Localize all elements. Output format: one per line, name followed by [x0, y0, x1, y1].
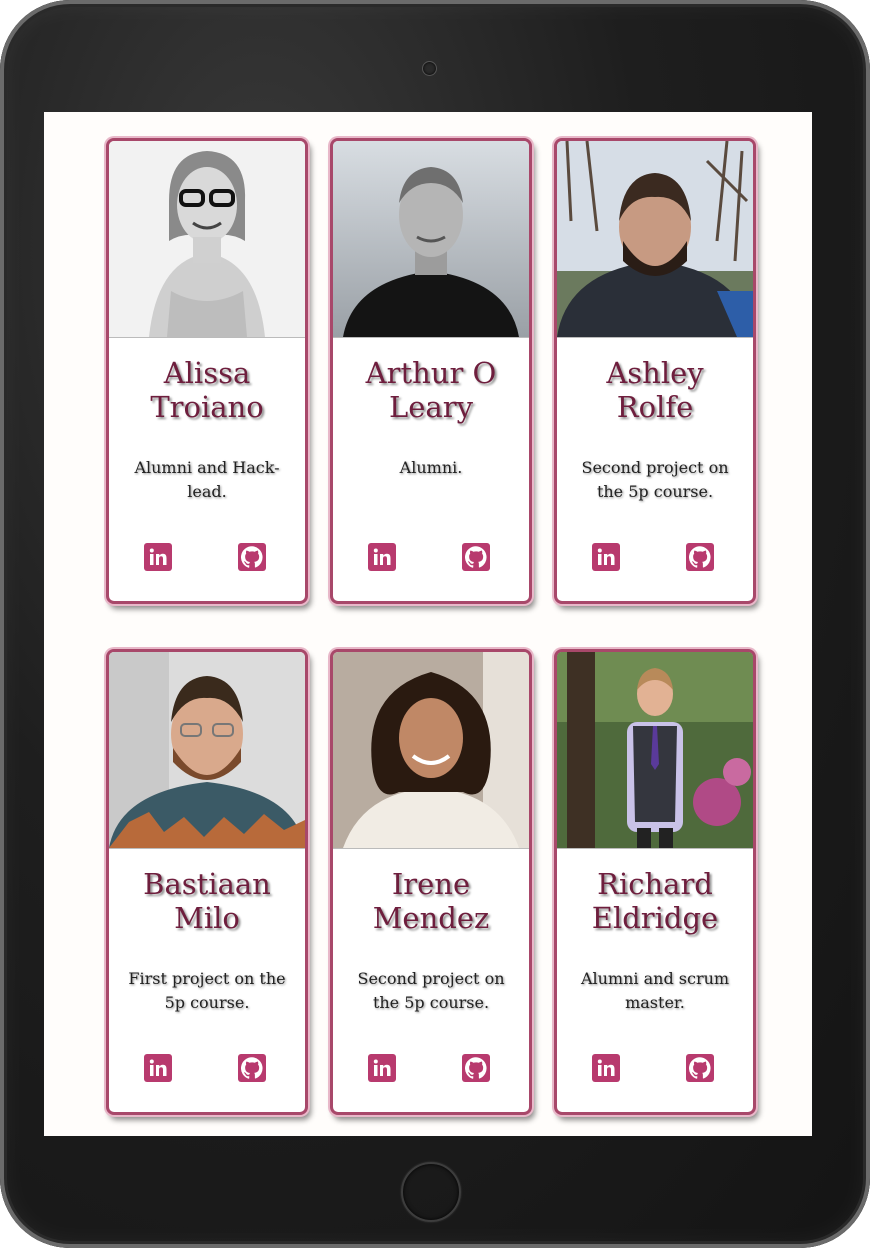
team-card-arthur-o-leary: Arthur O Leary Alumni. [330, 138, 532, 604]
linkedin-icon[interactable] [144, 1054, 172, 1082]
social-links [557, 543, 753, 571]
team-card-irene-mendez: Irene Mendez Second project on the 5p co… [330, 649, 532, 1115]
member-photo [109, 652, 305, 849]
member-photo [557, 652, 753, 849]
member-description: First project on the 5p course. [128, 969, 286, 1012]
team-grid: Alissa Troiano Alumni and Hack-lead. Art… [44, 112, 812, 1136]
member-description: Second project on the 5p course. [581, 458, 729, 501]
github-icon[interactable] [238, 1054, 266, 1082]
linkedin-icon[interactable] [368, 543, 396, 571]
camera-icon [422, 61, 437, 76]
team-card-alissa-troiano: Alissa Troiano Alumni and Hack-lead. [106, 138, 308, 604]
team-section: Alissa Troiano Alumni and Hack-lead. Art… [44, 112, 812, 1136]
tablet-frame: Alissa Troiano Alumni and Hack-lead. Art… [0, 0, 870, 1248]
social-links [333, 1054, 529, 1082]
member-photo [333, 141, 529, 338]
social-links [109, 543, 305, 571]
github-icon[interactable] [686, 543, 714, 571]
linkedin-icon[interactable] [368, 1054, 396, 1082]
linkedin-icon[interactable] [592, 1054, 620, 1082]
linkedin-icon[interactable] [592, 543, 620, 571]
member-name: Bastiaan Milo [143, 867, 271, 935]
github-icon[interactable] [462, 1054, 490, 1082]
social-links [333, 543, 529, 571]
team-card-bastiaan-milo: Bastiaan Milo First project on the 5p co… [106, 649, 308, 1115]
member-description: Alumni and scrum master. [580, 969, 730, 1012]
linkedin-icon[interactable] [144, 543, 172, 571]
github-icon[interactable] [462, 543, 490, 571]
member-name: Ashley Rolfe [606, 356, 704, 424]
github-icon[interactable] [238, 543, 266, 571]
member-photo [333, 652, 529, 849]
home-button[interactable] [401, 1162, 461, 1222]
social-links [557, 1054, 753, 1082]
team-card-ashley-rolfe: Ashley Rolfe Second project on the 5p co… [554, 138, 756, 604]
github-icon[interactable] [686, 1054, 714, 1082]
member-description: Alumni and Hack-lead. [134, 458, 280, 501]
member-name: Alissa Troiano [150, 356, 264, 424]
team-card-richard-eldridge: Richard Eldridge Alumni and scrum master… [554, 649, 756, 1115]
social-links [109, 1054, 305, 1082]
member-name: Arthur O Leary [365, 356, 497, 424]
member-photo [557, 141, 753, 338]
member-description: Alumni. [399, 458, 463, 477]
member-name: Irene Mendez [372, 867, 490, 935]
member-name: Richard Eldridge [591, 867, 719, 935]
member-photo [109, 141, 305, 338]
member-description: Second project on the 5p course. [357, 969, 505, 1012]
